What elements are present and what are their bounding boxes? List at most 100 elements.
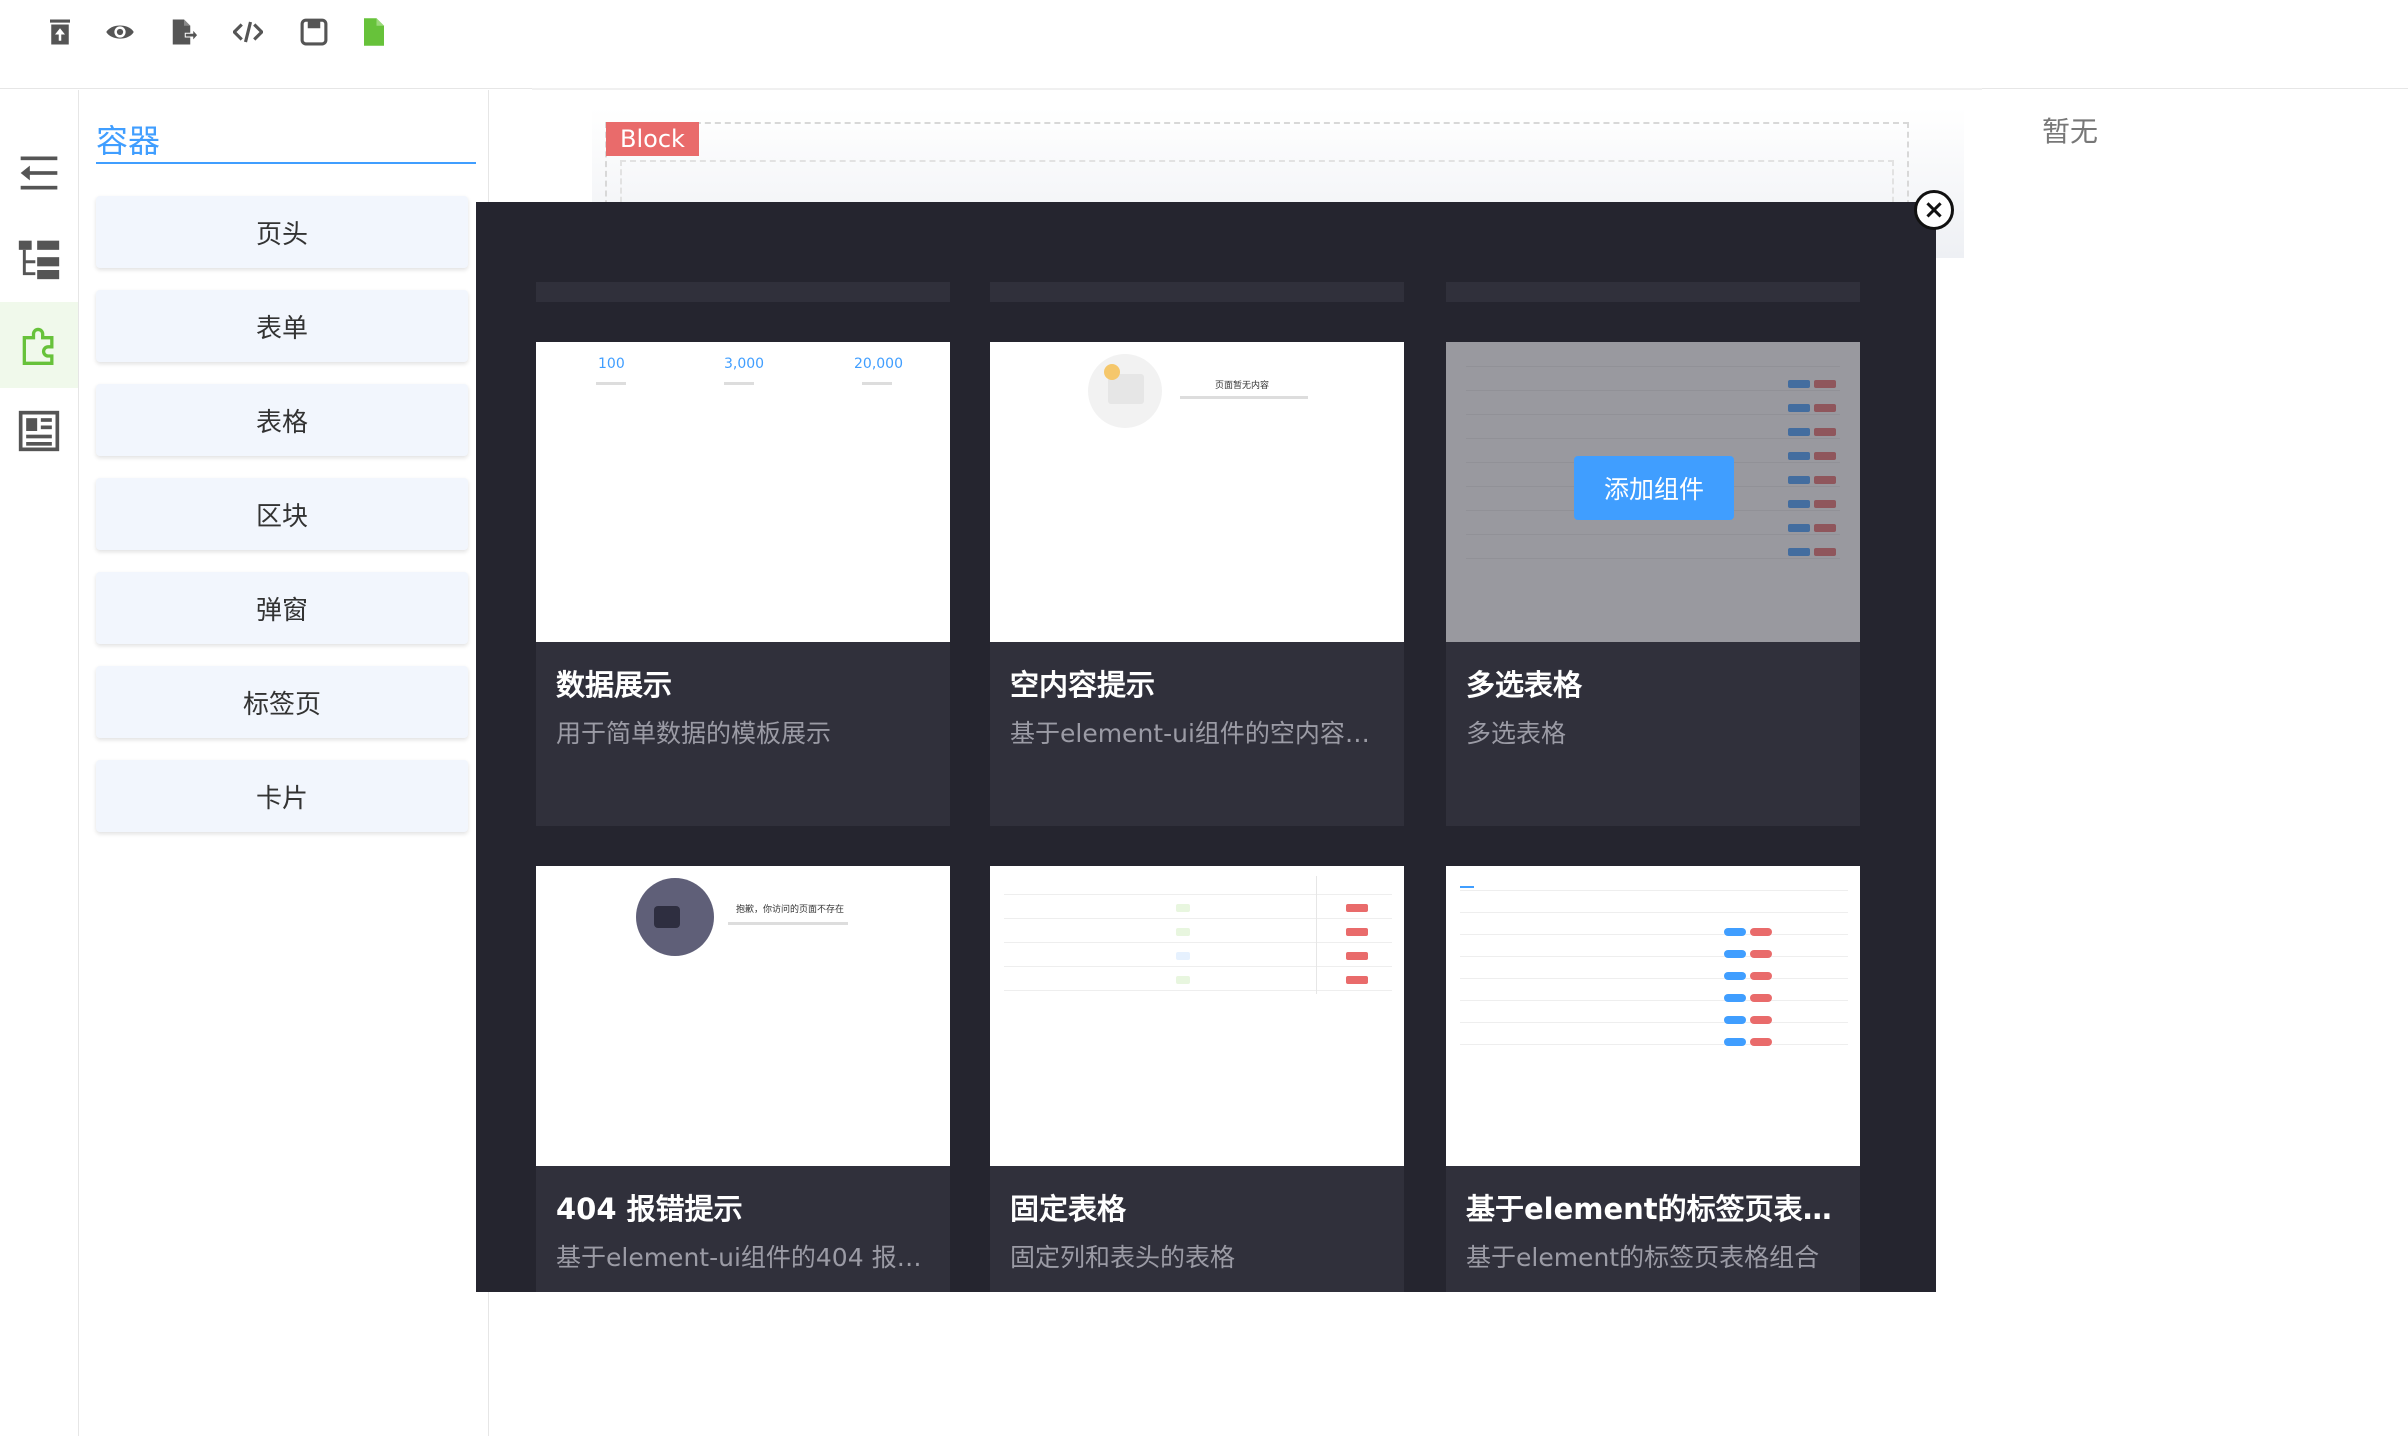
delete-button — [1750, 972, 1772, 980]
component-item-header[interactable]: 页头 — [96, 196, 468, 268]
stat-caption — [724, 382, 754, 385]
broken-robot-icon — [654, 906, 680, 928]
stat-value: 3,000 — [724, 356, 765, 372]
card-title: 空内容提示 — [1010, 668, 1156, 702]
sun-icon — [1104, 364, 1120, 380]
stat-value: 20,000 — [854, 356, 903, 372]
components-tab[interactable] — [0, 302, 78, 388]
component-item-dialog[interactable]: 弹窗 — [96, 572, 468, 644]
eye-icon — [106, 25, 134, 39]
panel-title: 容器 — [96, 116, 476, 164]
edit-button — [1724, 928, 1746, 936]
edit-button — [1724, 1038, 1746, 1046]
table-row — [1004, 942, 1392, 943]
card-description: 用于简单数据的模板展示 — [556, 719, 832, 748]
delete-button — [1346, 904, 1368, 912]
collapse-menu-icon — [20, 156, 58, 190]
stat-caption — [596, 382, 626, 385]
card-title: 数据展示 — [556, 668, 673, 702]
scroll-strip — [990, 282, 1404, 302]
left-rail — [0, 90, 79, 1436]
card-preview: 添加组件 — [1446, 342, 1860, 642]
stat-caption — [862, 382, 892, 385]
card-description: 基于element的标签页表格组合 — [1466, 1243, 1820, 1272]
save-button[interactable] — [296, 14, 332, 50]
properties-empty-text: 暂无 — [2042, 115, 2099, 148]
delete-button — [1750, 950, 1772, 958]
template-card-404[interactable]: 抱歉，你访问的页面不存在 404 报错提示 基于element-ui组件的404… — [536, 866, 950, 1292]
delete-button — [1750, 928, 1772, 936]
template-card-fixed-table[interactable]: 固定表格 固定列和表头的表格 — [990, 866, 1404, 1292]
template-card-tab-table[interactable]: 基于element的标签页表格组... 基于element的标签页表格组合 — [1446, 866, 1860, 1292]
component-item-form[interactable]: 表单 — [96, 290, 468, 362]
component-item-table[interactable]: 表格 — [96, 384, 468, 456]
404-preview-title: 抱歉，你访问的页面不存在 — [736, 905, 845, 915]
canvas-divider — [532, 88, 1982, 90]
tree-structure-icon — [18, 240, 60, 280]
stat-value: 100 — [598, 356, 625, 372]
fixed-column-divider — [1316, 876, 1317, 994]
component-item-block[interactable]: 区块 — [96, 478, 468, 550]
template-card-multi-table[interactable]: 添加组件 多选表格 多选表格 — [1446, 342, 1860, 826]
card-title: 基于element的标签页表格组... — [1466, 1192, 1846, 1226]
code-button[interactable] — [230, 14, 266, 50]
table-row — [1460, 934, 1848, 935]
code-icon — [233, 21, 263, 43]
table-row — [1460, 1022, 1848, 1023]
404-preview-caption — [728, 922, 848, 925]
export-button[interactable] — [166, 14, 202, 50]
export-file-icon — [172, 19, 199, 45]
tag — [1176, 928, 1190, 936]
modal-close-button[interactable]: × — [1914, 190, 1954, 230]
template-modal: 100 3,000 20,000 数据展示 用于简单数据的模板展示 页面暂无内容… — [476, 202, 1936, 1292]
clear-button[interactable] — [42, 14, 78, 50]
templates-tab[interactable] — [0, 388, 78, 474]
table-row — [1004, 990, 1392, 991]
component-panel: 容器 页头 表单 表格 区块 弹窗 标签页 卡片 — [80, 90, 489, 1436]
component-item-tabs[interactable]: 标签页 — [96, 666, 468, 738]
template-card-empty-state[interactable]: 页面暂无内容 空内容提示 基于element-ui组件的空内容提示 — [990, 342, 1404, 826]
table-row — [1460, 912, 1848, 913]
card-preview: 抱歉，你访问的页面不存在 — [536, 866, 950, 1166]
edit-button — [1724, 950, 1746, 958]
new-file-button[interactable] — [356, 14, 392, 50]
tree-structure-button[interactable] — [0, 216, 78, 302]
table-row — [1004, 966, 1392, 967]
delete-button — [1750, 1038, 1772, 1046]
tab-bar — [1460, 890, 1848, 891]
edit-button — [1724, 1016, 1746, 1024]
preview-button[interactable] — [102, 14, 138, 50]
card-title: 多选表格 — [1466, 668, 1583, 702]
delete-button — [1346, 928, 1368, 936]
template-card-data-display[interactable]: 100 3,000 20,000 数据展示 用于简单数据的模板展示 — [536, 342, 950, 826]
card-description: 基于element-ui组件的空内容提示 — [1010, 719, 1390, 748]
trash-upload-icon — [50, 19, 70, 45]
tag — [1176, 904, 1190, 912]
table-row — [1004, 894, 1392, 895]
green-file-icon — [364, 18, 384, 46]
card-preview — [1446, 866, 1860, 1166]
empty-preview-caption — [1180, 396, 1308, 399]
active-tab-indicator — [1460, 886, 1474, 888]
card-description: 固定列和表头的表格 — [1010, 1243, 1236, 1272]
layout-template-icon — [18, 410, 60, 452]
component-item-card[interactable]: 卡片 — [96, 760, 468, 832]
card-title: 固定表格 — [1010, 1192, 1127, 1226]
delete-button — [1346, 976, 1368, 984]
delete-button — [1750, 994, 1772, 1002]
top-toolbar — [0, 0, 2408, 89]
table-row — [1004, 918, 1392, 919]
edit-button — [1724, 972, 1746, 980]
edit-button — [1724, 994, 1746, 1002]
tag — [1176, 976, 1190, 984]
scroll-strip — [536, 282, 950, 302]
delete-button — [1346, 952, 1368, 960]
add-component-button[interactable]: 添加组件 — [1574, 456, 1734, 520]
delete-button — [1750, 1016, 1772, 1024]
block-label[interactable]: Block — [606, 122, 699, 156]
collapse-menu-button[interactable] — [0, 130, 78, 216]
table-row — [1460, 1044, 1848, 1045]
save-icon — [300, 18, 328, 46]
puzzle-icon — [22, 327, 54, 365]
card-title: 404 报错提示 — [556, 1192, 743, 1226]
